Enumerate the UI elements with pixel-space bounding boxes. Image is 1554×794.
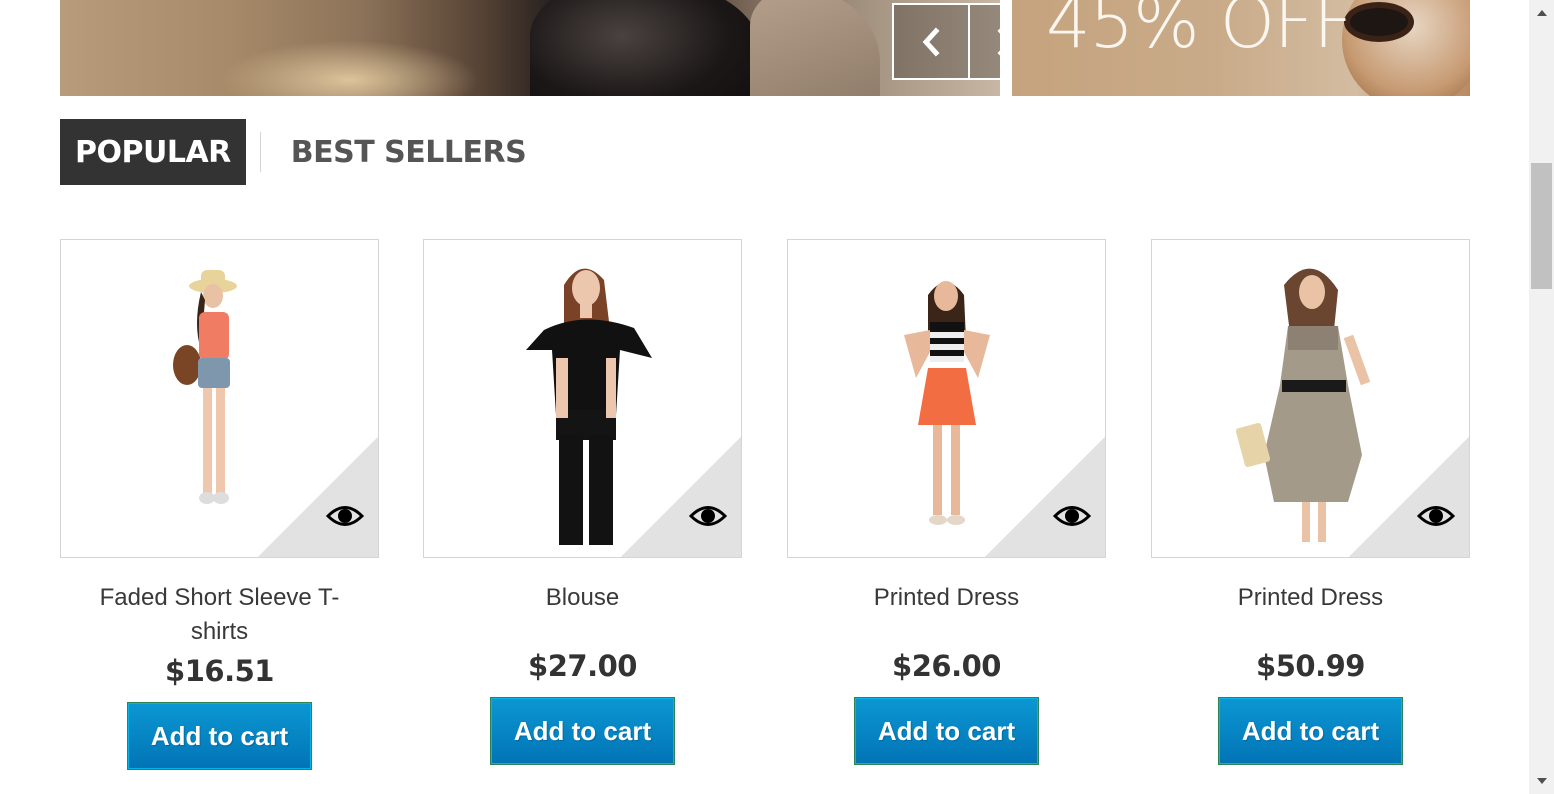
main-slider-banner[interactable]	[60, 0, 1000, 96]
triangle-down-icon	[1536, 777, 1547, 784]
product-tabs: POPULAR BEST SELLERS	[60, 119, 541, 185]
product-name-link[interactable]: Printed Dress	[1151, 581, 1470, 649]
promo-sunglasses-image	[1344, 2, 1414, 42]
product-image-link[interactable]	[1151, 239, 1470, 558]
banner-model-arm	[750, 0, 880, 96]
product-image-link[interactable]	[787, 239, 1106, 558]
quick-view-corner	[1349, 437, 1469, 557]
banner-light-glow	[220, 40, 480, 96]
product-price: $27.00	[528, 649, 637, 683]
chevron-left-icon	[922, 26, 940, 57]
quick-view-corner	[985, 437, 1105, 557]
product-price: $26.00	[892, 649, 1001, 683]
vertical-scrollbar[interactable]	[1529, 0, 1554, 794]
banner-model-jacket	[530, 0, 760, 96]
quick-view-corner	[258, 437, 378, 557]
eye-icon[interactable]	[1053, 503, 1091, 529]
product-name-link[interactable]: Blouse	[423, 581, 742, 649]
product-image-link[interactable]	[423, 239, 742, 558]
add-to-cart-button[interactable]: Add to cart	[1218, 697, 1403, 765]
tab-popular[interactable]: POPULAR	[60, 119, 246, 185]
product-price: $50.99	[1256, 649, 1365, 683]
slider-prev-button[interactable]	[894, 5, 968, 78]
product-card: Printed Dress $50.99 Add to cart	[1151, 239, 1470, 765]
add-to-cart-button[interactable]: Add to cart	[127, 702, 312, 770]
scroll-thumb[interactable]	[1531, 163, 1552, 289]
eye-icon[interactable]	[689, 503, 727, 529]
scroll-down-button[interactable]	[1529, 772, 1554, 789]
slider-nav	[892, 3, 1000, 80]
add-to-cart-button[interactable]: Add to cart	[490, 697, 675, 765]
add-to-cart-button[interactable]: Add to cart	[854, 697, 1039, 765]
product-name-link[interactable]: Printed Dress	[787, 581, 1106, 649]
chevron-right-icon	[997, 28, 1000, 55]
tab-best-sellers[interactable]: BEST SELLERS	[261, 119, 541, 185]
quick-view-corner	[621, 437, 741, 557]
product-card: Printed Dress $26.00 Add to cart	[787, 239, 1106, 765]
product-card: Faded Short Sleeve T-shirts $16.51 Add t…	[60, 239, 379, 770]
product-card: Blouse $27.00 Add to cart	[423, 239, 742, 765]
eye-icon[interactable]	[1417, 503, 1455, 529]
product-image-link[interactable]	[60, 239, 379, 558]
product-name-link[interactable]: Faded Short Sleeve T-shirts	[60, 581, 379, 649]
side-promo-banner[interactable]: 45% OFF	[1012, 0, 1470, 96]
slider-next-button[interactable]	[967, 5, 1000, 78]
triangle-up-icon	[1536, 9, 1547, 16]
scroll-up-button[interactable]	[1529, 4, 1554, 21]
promo-discount-text: 45% OFF	[1046, 0, 1353, 64]
product-price: $16.51	[165, 654, 274, 688]
eye-icon[interactable]	[326, 503, 364, 529]
